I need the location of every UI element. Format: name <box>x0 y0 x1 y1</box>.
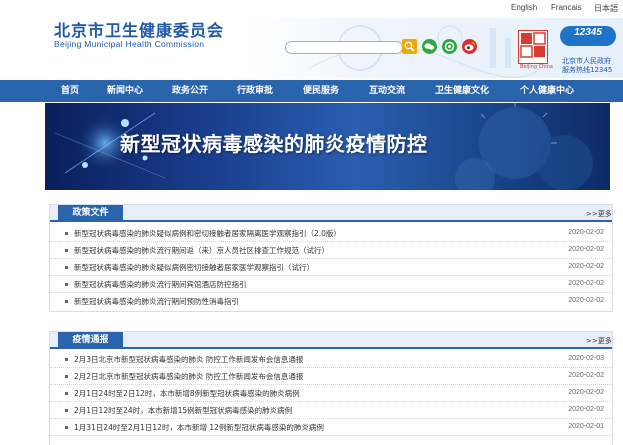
app-icon[interactable] <box>442 39 457 54</box>
capital-window-logo-icon <box>520 32 546 58</box>
bullet-icon <box>65 426 68 429</box>
lang-english[interactable]: English <box>511 3 537 12</box>
notice-tab[interactable]: 疫情通报 <box>58 332 123 349</box>
hotline-number: 12345 <box>574 27 602 38</box>
list-item-title[interactable]: 新型冠状病毒感染的肺炎流行期间宾馆酒店防控指引 <box>74 279 247 290</box>
bullet-icon <box>65 249 68 252</box>
list-item-date: 2020-02-02 <box>568 372 604 379</box>
banner-title: 新型冠状病毒感染的肺炎疫情防控 <box>120 132 428 156</box>
list-item-date: 2020-02-02 <box>568 246 604 253</box>
nav-news[interactable]: 新闻中心 <box>107 80 143 102</box>
wechat-icon[interactable] <box>422 39 437 54</box>
bullet-icon <box>65 266 68 269</box>
bullet-icon <box>65 232 68 235</box>
hotline-line2: 服务热线12345 <box>562 66 613 74</box>
capital-window-logo[interactable] <box>518 30 548 64</box>
bullet-icon <box>65 375 68 378</box>
main-nav: 首页 新闻中心 政务公开 行政审批 便民服务 互动交流 卫生健康文化 个人健康中… <box>45 80 610 102</box>
bullet-icon <box>65 358 68 361</box>
page: English Francais 日本語 北京市卫生健康委员会 Beijing … <box>0 0 623 445</box>
search-button[interactable] <box>402 39 417 54</box>
policy-more-link[interactable]: >>更多 <box>586 209 612 219</box>
list-item-date: 2020-02-02 <box>568 389 604 396</box>
list-item[interactable]: 新型冠状病毒感染的肺炎流行期间返（来）京人员社区排查工作规范（试行） 2020-… <box>50 242 612 259</box>
weibo-icon[interactable] <box>462 39 477 54</box>
list-item-date: 2020-02-02 <box>568 406 604 413</box>
list-item-date: 2020-02-01 <box>568 423 604 430</box>
nav-approval[interactable]: 行政审批 <box>237 80 273 102</box>
list-item-date: 2020-02-02 <box>568 280 604 287</box>
bullet-icon <box>65 283 68 286</box>
policy-panel: 政策文件 >>更多 新型冠状病毒感染的肺炎疑似病例和密切接触者居家隔离医学观察指… <box>49 204 613 312</box>
nav-home[interactable]: 首页 <box>61 80 79 102</box>
notice-panel-header: 疫情通报 >>更多 <box>50 332 612 349</box>
nav-services[interactable]: 便民服务 <box>303 80 339 102</box>
search-icon <box>404 41 415 52</box>
site-title[interactable]: 北京市卫生健康委员会 <box>54 17 224 41</box>
list-item-title[interactable]: 2月3日北京市新型冠状病毒感染的肺炎 防控工作新闻发布会信息通报 <box>74 354 303 365</box>
bullet-icon <box>65 409 68 412</box>
list-item[interactable]: 新型冠状病毒感染的肺炎流行期间宾馆酒店防控指引 2020-02-02 <box>50 276 612 293</box>
list-item-title[interactable]: 2月1日24时至2日12时，本市新增8例新型冠状病毒感染的肺炎病例 <box>74 388 300 399</box>
list-item-date: 2020-02-02 <box>568 263 604 270</box>
list-item[interactable]: 2月3日北京市新型冠状病毒感染的肺炎 防控工作新闻发布会信息通报 2020-02… <box>50 351 612 368</box>
search-input[interactable] <box>285 41 403 54</box>
list-item-title[interactable]: 1月31日24时至2月1日12时，本市新增 12例新型冠状病毒感染的肺炎病例 <box>74 422 324 433</box>
list-item-title[interactable]: 新型冠状病毒感染的肺炎流行期间预防性消毒指引 <box>74 296 239 307</box>
logo-caption: Beijing China <box>520 64 553 70</box>
list-item-title[interactable]: 2月1日12时至24时，本市新增15例新型冠状病毒感染的肺炎病例 <box>74 405 292 416</box>
list-item-date: 2020-02-03 <box>568 355 604 362</box>
notice-more-link[interactable]: >>更多 <box>586 336 612 346</box>
nav-right-fill <box>610 80 623 102</box>
lang-japanese[interactable]: 日本語 <box>594 3 618 14</box>
list-item-date: 2020-02-02 <box>568 297 604 304</box>
bullet-icon <box>65 392 68 395</box>
nav-interact[interactable]: 互动交流 <box>369 80 405 102</box>
list-item[interactable]: 新型冠状病毒感染的肺炎疑似病例和密切接触者居家隔离医学观察指引（2.0版） 20… <box>50 225 612 242</box>
list-item[interactable]: 新型冠状病毒感染的肺炎流行期间预防性消毒指引 2020-02-02 <box>50 293 612 310</box>
site-subtitle: Beijing Municipal Health Commission <box>54 39 205 49</box>
policy-tab[interactable]: 政策文件 <box>58 205 123 222</box>
bullet-icon <box>65 300 68 303</box>
language-bar: English Francais 日本語 <box>0 0 623 18</box>
list-item[interactable]: 2月1日12时至24时，本市新增15例新型冠状病毒感染的肺炎病例 2020-02… <box>50 402 612 419</box>
lang-french[interactable]: Francais <box>551 3 582 12</box>
list-item-title[interactable]: 新型冠状病毒感染的肺炎疑似病例和密切接触者居家隔离医学观察指引（2.0版） <box>74 228 341 239</box>
list-item[interactable]: 2月2日北京市新型冠状病毒感染的肺炎 防控工作新闻发布会信息通报 2020-02… <box>50 368 612 385</box>
list-item-title[interactable]: 新型冠状病毒感染的肺炎疑似病例密切接触者居家医学观察指引（试行） <box>74 262 314 273</box>
policy-panel-header: 政策文件 >>更多 <box>50 205 612 222</box>
list-item-title[interactable]: 2月2日北京市新型冠状病毒感染的肺炎 防控工作新闻发布会信息通报 <box>74 371 303 382</box>
nav-culture[interactable]: 卫生健康文化 <box>435 80 489 102</box>
nav-affairs[interactable]: 政务公开 <box>172 80 208 102</box>
list-item[interactable]: 2月1日24时至2日12时，本市新增8例新型冠状病毒感染的肺炎病例 2020-0… <box>50 385 612 402</box>
list-item-date: 2020-02-02 <box>568 229 604 236</box>
nav-personal[interactable]: 个人健康中心 <box>520 80 574 102</box>
list-item[interactable]: 新型冠状病毒感染的肺炎疑似病例密切接触者居家医学观察指引（试行） 2020-02… <box>50 259 612 276</box>
notice-panel: 疫情通报 >>更多 2月3日北京市新型冠状病毒感染的肺炎 防控工作新闻发布会信息… <box>49 331 613 445</box>
list-item-title[interactable]: 新型冠状病毒感染的肺炎流行期间返（来）京人员社区排查工作规范（试行） <box>74 245 329 256</box>
nav-left-fill <box>0 80 45 102</box>
list-item[interactable]: 1月31日24时至2月1日12时，本市新增 12例新型冠状病毒感染的肺炎病例 2… <box>50 419 612 436</box>
